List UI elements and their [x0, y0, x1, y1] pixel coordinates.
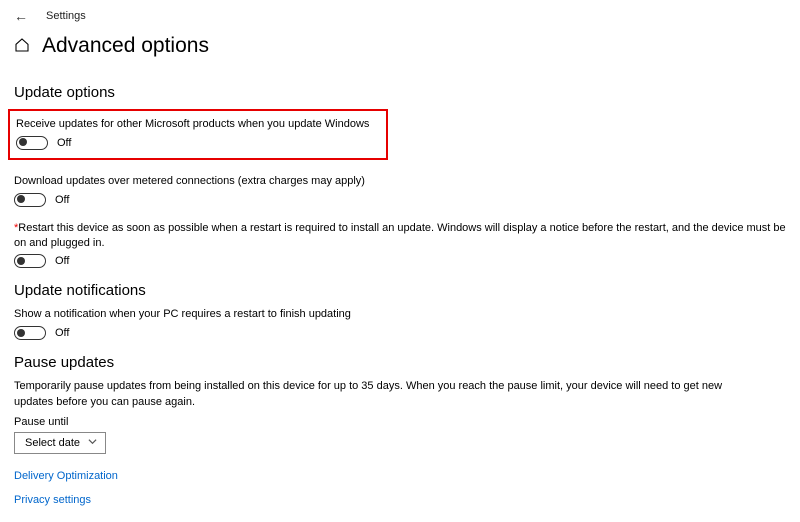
pause-until-label: Pause until: [14, 416, 786, 428]
toggle-metered[interactable]: [14, 193, 46, 207]
toggle-notification[interactable]: [14, 326, 46, 340]
option-receive-updates-ms-products: Receive updates for other Microsoft prod…: [8, 109, 388, 160]
toggle-auto-restart[interactable]: [14, 254, 46, 268]
select-value: Select date: [25, 437, 80, 449]
page-title: Advanced options: [42, 34, 209, 58]
toggle-state: Off: [57, 137, 71, 149]
toggle-receive-updates[interactable]: [16, 136, 48, 150]
back-button[interactable]: ←: [14, 8, 28, 24]
option-label: Download updates over metered connection…: [14, 174, 786, 189]
toggle-state: Off: [55, 255, 69, 267]
pause-description: Temporarily pause updates from being ins…: [14, 379, 734, 410]
app-name: Settings: [46, 10, 86, 22]
chevron-down-icon: [88, 437, 97, 449]
option-auto-restart: *Restart this device as soon as possible…: [14, 221, 786, 269]
option-label: Show a notification when your PC require…: [14, 307, 786, 322]
toggle-state: Off: [55, 327, 69, 339]
toggle-state: Off: [55, 194, 69, 206]
section-heading-update-notifications: Update notifications: [14, 282, 786, 299]
link-delivery-optimization[interactable]: Delivery Optimization: [14, 470, 118, 482]
link-privacy-settings[interactable]: Privacy settings: [14, 494, 91, 506]
pause-until-select[interactable]: Select date: [14, 432, 106, 454]
option-label: *Restart this device as soon as possible…: [14, 221, 786, 251]
section-heading-update-options: Update options: [14, 84, 786, 101]
option-metered-connections: Download updates over metered connection…: [14, 174, 786, 207]
option-label: Receive updates for other Microsoft prod…: [16, 117, 378, 132]
section-heading-pause-updates: Pause updates: [14, 354, 786, 371]
home-icon[interactable]: [14, 37, 30, 56]
option-restart-notification: Show a notification when your PC require…: [14, 307, 786, 340]
